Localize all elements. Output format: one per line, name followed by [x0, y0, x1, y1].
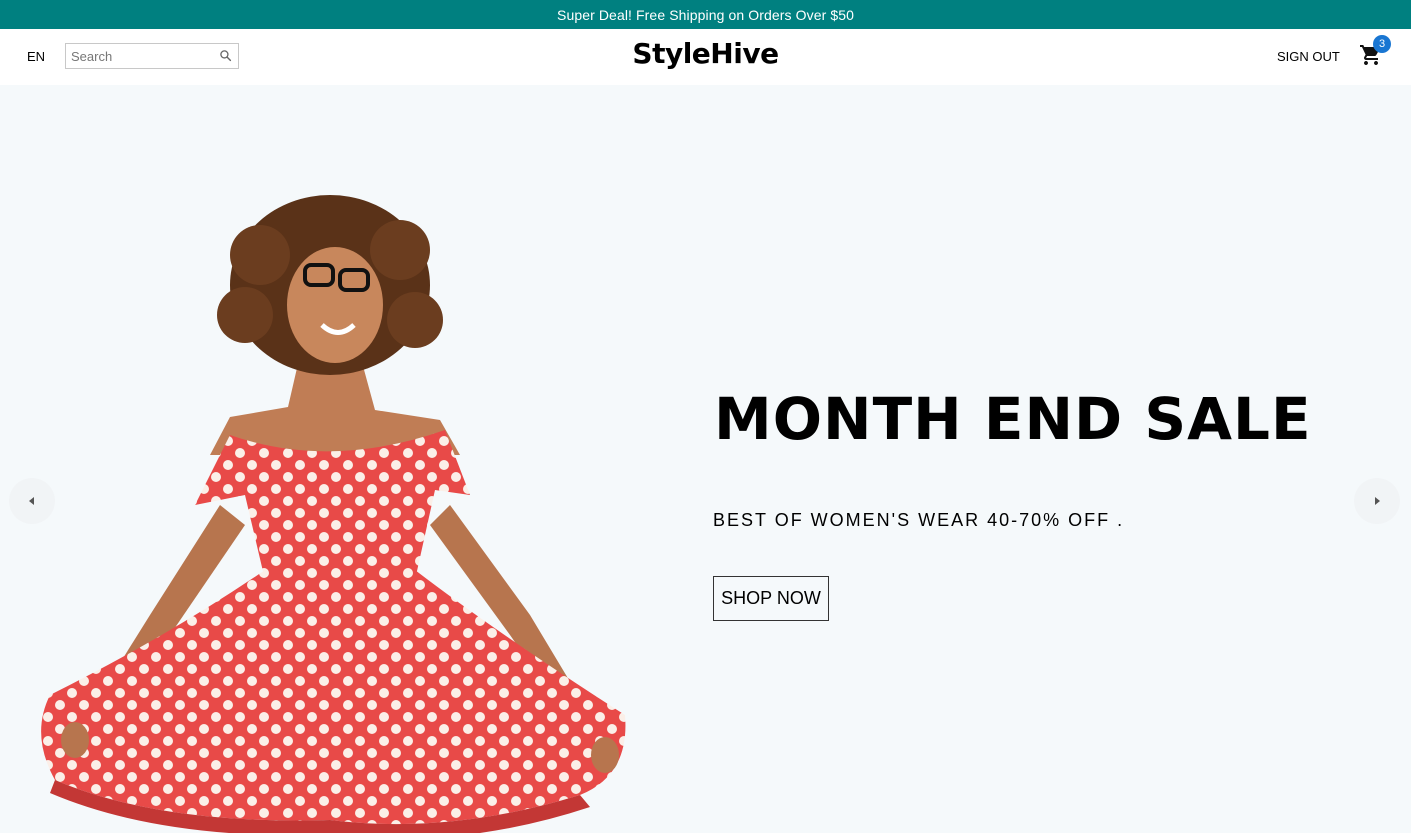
hero-image: [41, 195, 626, 833]
sign-out-link[interactable]: SIGN OUT: [1277, 49, 1340, 64]
slider-next-button[interactable]: [1354, 478, 1400, 524]
language-selector[interactable]: EN: [27, 49, 45, 64]
hero-slider: MONTH END SALE BEST OF WOMEN'S WEAR 40-7…: [0, 85, 1411, 833]
search-icon[interactable]: [219, 49, 232, 62]
search-box: [65, 43, 239, 69]
search-input[interactable]: [71, 45, 219, 67]
slider-prev-button[interactable]: [9, 478, 55, 524]
shop-now-button[interactable]: SHOP NOW: [713, 576, 829, 621]
cart-count-badge: 3: [1373, 35, 1391, 53]
announcement-text: Super Deal! Free Shipping on Orders Over…: [557, 6, 854, 23]
hero-subtitle: BEST OF WOMEN'S WEAR 40-70% OFF .: [713, 510, 1125, 530]
caret-right-icon: [1375, 497, 1380, 505]
brand-logo[interactable]: StyleHive: [632, 37, 779, 70]
caret-left-icon: [29, 497, 34, 505]
hero-title: MONTH END SALE: [714, 385, 1312, 453]
navbar: EN StyleHive SIGN OUT 3: [0, 29, 1411, 85]
announcement-bar: Super Deal! Free Shipping on Orders Over…: [0, 0, 1411, 29]
